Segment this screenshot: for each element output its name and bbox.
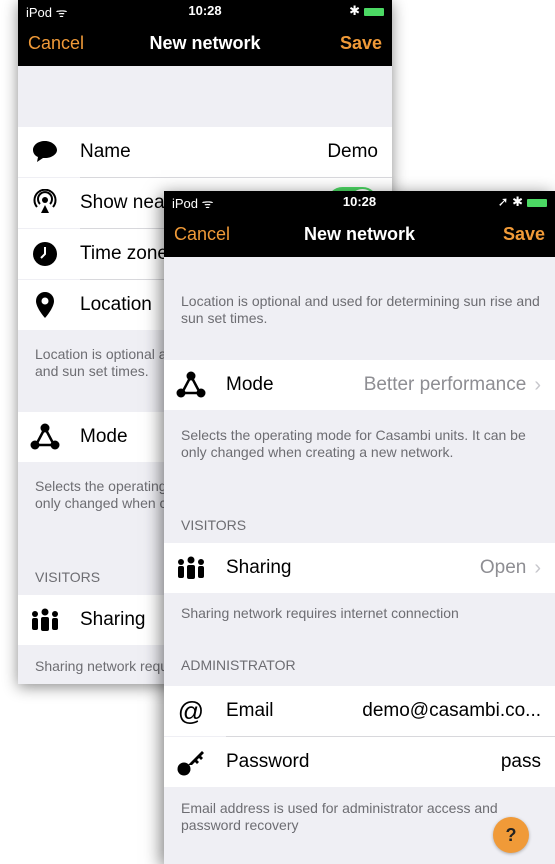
- status-time: 10:28: [342, 194, 377, 209]
- mode-note: Selects the operating mode for Casambi u…: [181, 427, 526, 460]
- sharing-value: Open: [479, 557, 527, 578]
- location-pin-icon: [30, 290, 60, 320]
- battery-icon: [364, 7, 384, 16]
- status-right: ✱: [349, 3, 384, 19]
- nav-bar: Cancel New network Save: [18, 22, 392, 66]
- save-button[interactable]: Save: [503, 224, 545, 245]
- chevron-right-icon: ›: [534, 373, 541, 396]
- nav-bar: Cancel New network Save: [164, 213, 555, 257]
- status-time: 10:28: [188, 3, 222, 18]
- password-label: Password: [226, 751, 310, 772]
- sharing-row[interactable]: Sharing Open ›: [164, 543, 555, 593]
- mode-value: Better performance: [363, 374, 527, 395]
- chevron-right-icon: ›: [534, 556, 541, 579]
- at-sign-icon: @: [177, 695, 205, 726]
- status-right: ➚ ✱: [498, 194, 547, 210]
- administrator-header: ADMINISTRATOR: [181, 657, 296, 673]
- email-field[interactable]: demo@casambi.co...: [362, 700, 541, 722]
- status-bar: iPod ᯤ 10:28 ✱: [18, 0, 392, 22]
- location-note: Location is optional and used for determ…: [181, 293, 540, 326]
- mode-row[interactable]: Mode Better performance ›: [164, 360, 555, 410]
- email-note: Email address is used for administrator …: [181, 800, 498, 833]
- bluetooth-icon: ✱: [349, 3, 360, 18]
- email-row[interactable]: @ Email demo@casambi.co...: [164, 686, 555, 736]
- email-label: Email: [226, 700, 274, 721]
- people-icon: [30, 605, 60, 635]
- mode-triangle-icon: [176, 370, 206, 400]
- help-button[interactable]: ?: [493, 817, 529, 853]
- battery-icon: [527, 198, 547, 207]
- mode-label: Mode: [226, 374, 274, 395]
- password-row[interactable]: Password pass: [164, 737, 555, 787]
- name-label: Name: [80, 141, 131, 162]
- speech-bubble-icon: [30, 137, 60, 167]
- cancel-button[interactable]: Cancel: [174, 224, 230, 245]
- status-bar: iPod ᯤ 10:28 ➚ ✱: [164, 191, 555, 213]
- broadcast-icon: [30, 188, 60, 218]
- name-row[interactable]: Name Demo: [18, 127, 392, 177]
- visitors-header: VISITORS: [35, 569, 101, 585]
- location-bluetooth-icon: ➚ ✱: [497, 194, 523, 209]
- visitors-header: VISITORS: [181, 517, 247, 533]
- sharing-label: Sharing: [226, 557, 292, 578]
- sharing-note: Sharing network requires internet connec…: [181, 605, 459, 621]
- clock-icon: [30, 239, 60, 269]
- front-screen: iPod ᯤ 10:28 ➚ ✱ Cancel New network Save…: [164, 191, 555, 864]
- password-field[interactable]: pass: [501, 751, 541, 773]
- key-icon: [176, 747, 206, 777]
- name-value: Demo: [327, 141, 378, 162]
- people-icon: [176, 553, 206, 583]
- cancel-button[interactable]: Cancel: [28, 33, 84, 54]
- mode-triangle-icon: [30, 422, 60, 452]
- save-button[interactable]: Save: [340, 33, 382, 54]
